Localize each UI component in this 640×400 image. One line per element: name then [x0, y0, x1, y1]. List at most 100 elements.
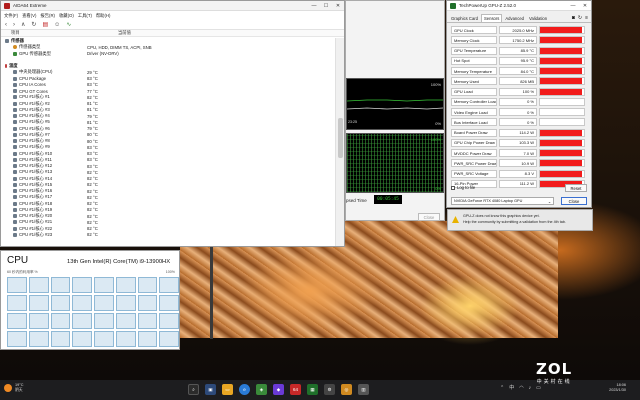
watermark-brand: ZOL — [536, 360, 573, 378]
stability-close-button[interactable]: Close — [418, 213, 440, 221]
gpuz-sensor-graph-fill — [540, 160, 582, 167]
up-icon[interactable]: ∧ — [21, 22, 25, 28]
settings-icon[interactable]: ⚙ — [324, 384, 335, 395]
gpuz-sensor-row: GPU Chip Power Draw 103.3 W — [451, 138, 587, 148]
column-item[interactable]: 项目 — [1, 30, 118, 36]
gpuz-sensor-graph — [539, 149, 585, 158]
gpuz-sensor-label[interactable]: GPU Clock — [451, 26, 497, 35]
gpuz-sensor-label[interactable]: Hot Spot — [451, 56, 497, 65]
input-language[interactable]: 中 — [509, 384, 514, 391]
gpuz-close-button[interactable]: Close — [561, 197, 587, 205]
forward-icon[interactable]: › — [13, 22, 15, 28]
column-value[interactable]: 当前值 — [118, 30, 131, 36]
gpuz-sensor-label[interactable]: GPU Temperature — [451, 46, 497, 55]
gpuz-sensor-graph — [539, 46, 585, 55]
graph-max-label: 100% — [430, 82, 441, 87]
menu-help[interactable]: 帮助(H) — [96, 13, 111, 19]
gpuz-sensor-label[interactable]: Board Power Draw — [451, 128, 497, 137]
report-icon[interactable]: ▤ — [42, 22, 48, 28]
log-to-file[interactable]: Log to file — [451, 185, 475, 190]
gpuz-sensor-label[interactable]: Memory Temperature — [451, 67, 497, 76]
menu-tools[interactable]: 工具(T) — [78, 13, 92, 19]
close-icon[interactable]: ✕ — [332, 1, 344, 11]
cpu-core-graph — [28, 331, 49, 347]
sensor-label-text: CPU #1/核心 #6 — [19, 125, 50, 131]
graph-icon[interactable]: ∿ — [66, 22, 71, 28]
stress-test-icon[interactable]: ◎ — [341, 384, 352, 395]
sensor-label-text: CPU #1/核心 #8 — [19, 138, 50, 144]
tab-advanced[interactable]: Advanced — [503, 14, 526, 22]
weather-widget[interactable]: 19°C 阴天 — [4, 383, 23, 392]
user-icon[interactable]: ☺ — [54, 22, 60, 28]
menu-icon[interactable]: ≡ — [585, 15, 588, 21]
menu-view[interactable]: 查看(V) — [22, 13, 36, 19]
menu-file[interactable]: 文件(F) — [4, 13, 18, 19]
edge-icon[interactable]: e — [239, 384, 250, 395]
gpuz-sensor-row: Memory Clock 1750.2 MHz — [451, 35, 587, 45]
minimize-icon[interactable]: — — [308, 1, 320, 11]
volume-icon[interactable]: ♪ — [529, 385, 532, 391]
gpuz-sensor-label[interactable]: Memory Controller Load — [451, 97, 497, 106]
sensor-row[interactable]: CPU #1/核心 #23 82 °C — [1, 232, 336, 238]
chip-icon — [13, 107, 17, 112]
gpuz-sensor-graph-fill — [540, 68, 582, 75]
back-icon[interactable]: ‹ — [5, 22, 7, 28]
maximize-icon[interactable]: ☐ — [320, 1, 332, 11]
sensor-label: CPU #1/核心 #14 — [1, 176, 87, 182]
notice-line-2[interactable]: Help the community by submitting a valid… — [463, 220, 566, 226]
gpuz-sensor-label[interactable]: Bus Interface Load — [451, 118, 497, 127]
gpu-select[interactable]: NVIDIA GeForce RTX 4080 Laptop GPU ⌄ — [451, 197, 554, 205]
gpuz-sensor-label[interactable]: GPU Load — [451, 87, 497, 96]
tray-chevron-up-icon[interactable]: ⌃ — [500, 385, 504, 391]
refresh-icon[interactable]: ↻ — [31, 22, 36, 28]
chip-icon — [13, 151, 17, 156]
battery-icon[interactable]: ▭ — [536, 385, 541, 391]
refresh-icon[interactable]: ↻ — [578, 15, 582, 21]
gpuz-sensor-graph — [539, 128, 585, 137]
sensor-value: 79 °C — [87, 113, 98, 119]
gpuz-close-icon[interactable]: ✕ — [579, 1, 591, 11]
cpu-usage-graph: 100% 0% — [346, 133, 444, 193]
cpu-core-graph — [137, 313, 158, 329]
chip-icon — [13, 132, 17, 137]
gpuz-sensor-label[interactable]: Video Engine Load — [451, 108, 497, 117]
menu-report[interactable]: 报告(R) — [40, 13, 55, 19]
tab-validation[interactable]: Validation — [527, 14, 549, 22]
file-explorer-icon[interactable]: ▭ — [222, 384, 233, 395]
taskbar-clock[interactable]: 18:06 2023/1/30 — [609, 383, 626, 393]
tab-sensors[interactable]: Sensors — [481, 14, 503, 22]
sensor-scrollbar[interactable] — [335, 38, 344, 246]
cpu-max-pct: 100% — [165, 270, 175, 274]
aida64-titlebar[interactable]: AIDA64 Extreme — ☐ ✕ — [1, 1, 344, 11]
sensor-value: 81 °C — [87, 101, 98, 107]
gpuz-sensor-label[interactable]: Memory Used — [451, 77, 497, 86]
menu-favorites[interactable]: 收藏(O) — [59, 13, 74, 19]
gpuz-sensor-label[interactable]: Memory Clock — [451, 36, 497, 45]
app-icon[interactable]: ◆ — [273, 384, 284, 395]
tab-graphics-card[interactable]: Graphics Card — [449, 14, 480, 22]
gpuz-sensor-graph-fill — [540, 37, 582, 44]
gpuz-titlebar[interactable]: TechPowerUp GPU-Z 2.52.0 — ✕ — [447, 1, 591, 11]
aida64-taskbar-icon[interactable]: 64 — [290, 384, 301, 395]
gpuz-sensor-label[interactable]: MVDDC Power Draw — [451, 149, 497, 158]
log-checkbox[interactable] — [451, 185, 455, 190]
scrollbar-thumb[interactable] — [338, 118, 343, 158]
task-manager-icon[interactable]: ▥ — [358, 384, 369, 395]
gpuz-sensor-value: 95.9 °C — [499, 56, 537, 65]
sensor-label-text: CPU #1/核心 #12 — [19, 163, 53, 169]
reset-button[interactable]: Reset — [565, 184, 587, 192]
log-label: Log to file — [457, 185, 476, 190]
start-icon[interactable] — [172, 384, 182, 394]
gpuz-sensor-label[interactable]: PWR_SRC Power Draw — [451, 159, 497, 168]
search-icon[interactable]: ⌕ — [188, 384, 199, 395]
store-icon[interactable]: ◈ — [256, 384, 267, 395]
cpu-core-graph — [159, 295, 179, 311]
task-view-icon[interactable]: ▣ — [205, 384, 216, 395]
gpuz-sensor-label[interactable]: GPU Chip Power Draw — [451, 138, 497, 147]
wifi-icon[interactable]: ◠ — [519, 385, 523, 391]
gpuz-minimize-icon[interactable]: — — [567, 1, 579, 11]
gpuz-sensor-label[interactable]: PWR_SRC Voltage — [451, 169, 497, 178]
sensor-label-text: 传感器类型 — [19, 44, 41, 50]
gpuz-taskbar-icon[interactable]: ▦ — [307, 384, 318, 395]
camera-icon[interactable]: ◙ — [572, 15, 575, 21]
